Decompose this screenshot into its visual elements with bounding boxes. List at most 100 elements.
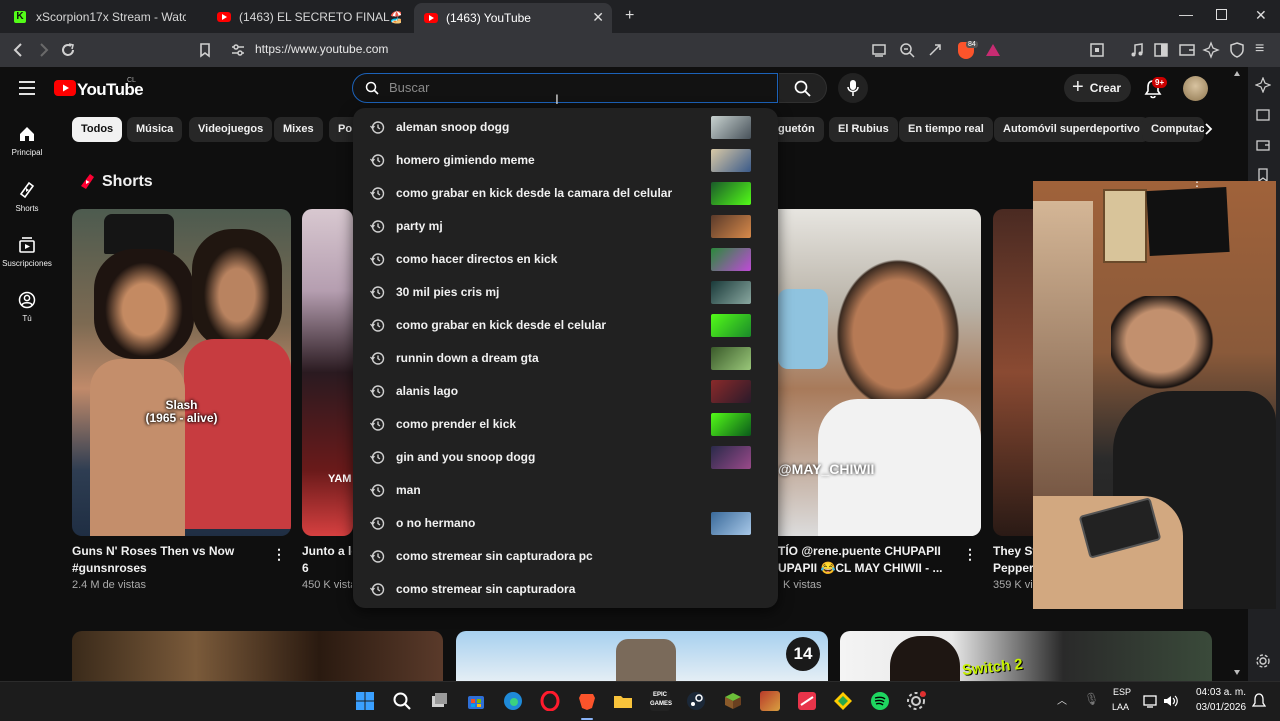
- vpn-icon[interactable]: [1228, 41, 1246, 59]
- brave-rewards-icon[interactable]: [984, 41, 1002, 59]
- media-icon[interactable]: [1128, 41, 1146, 59]
- chip-computacion[interactable]: Computac: [1142, 117, 1204, 142]
- epic-games-icon[interactable]: EPIC GAMES: [650, 691, 672, 711]
- minimize-icon[interactable]: —: [1179, 6, 1193, 22]
- search-suggestion-item[interactable]: runnin down a dream gta: [353, 342, 778, 375]
- chip-automovil-superdeportivo[interactable]: Automóvil superdeportivo: [994, 117, 1149, 142]
- picture-in-picture-video[interactable]: ⋮: [1033, 181, 1276, 609]
- zoom-icon[interactable]: [898, 41, 916, 59]
- search-suggestion-item[interactable]: o no hermano: [353, 507, 778, 540]
- short-thumbnail[interactable]: YAM: [302, 209, 353, 536]
- sidebar-settings-icon[interactable]: [1255, 653, 1271, 669]
- voice-search-button[interactable]: [838, 73, 868, 103]
- spotify-icon[interactable]: [870, 691, 890, 711]
- scrollbar-down-arrow[interactable]: [1234, 670, 1240, 678]
- settings-gear-icon[interactable]: [906, 691, 926, 711]
- short-title[interactable]: Junto a lg 6: [302, 543, 352, 577]
- microsoft-store-icon[interactable]: [466, 691, 486, 711]
- tab-youtube-video[interactable]: (1463) EL SECRETO FINAL🏖️ Capítulo: [217, 4, 403, 30]
- search-suggestion-item[interactable]: homero gimiendo meme: [353, 144, 778, 177]
- search-suggestion-item[interactable]: como stremear sin capturadora pc: [353, 540, 778, 573]
- search-suggestion-item[interactable]: como hacer directos en kick: [353, 243, 778, 276]
- close-window-icon[interactable]: ✕: [1255, 7, 1267, 24]
- sidebar-item-suscripciones[interactable]: Suscripciones: [0, 236, 54, 268]
- tab-youtube-home[interactable]: (1463) YouTube ✕: [414, 3, 612, 33]
- opera-icon[interactable]: [540, 691, 560, 711]
- short-title[interactable]: Guns N' Roses Then vs Now #gunsnroses: [72, 543, 272, 577]
- video-thumbnail[interactable]: 14: [456, 631, 828, 681]
- site-settings-icon[interactable]: [229, 41, 247, 59]
- chip-en-tiempo-real[interactable]: En tiempo real: [899, 117, 993, 142]
- search-suggestion-item[interactable]: party mj: [353, 210, 778, 243]
- sidebar-ai-icon[interactable]: [1255, 77, 1271, 93]
- filmora-icon[interactable]: [797, 691, 817, 711]
- bookmark-icon[interactable]: [196, 41, 214, 59]
- steam-icon[interactable]: [686, 691, 706, 711]
- search-suggestion-item[interactable]: gin and you snoop dogg: [353, 441, 778, 474]
- screenshot-icon[interactable]: [1088, 41, 1106, 59]
- leo-ai-icon[interactable]: [1202, 41, 1220, 59]
- address-url[interactable]: https://www.youtube.com: [255, 42, 388, 56]
- search-suggestion-item[interactable]: 30 mil pies cris mj: [353, 276, 778, 309]
- search-suggestion-item[interactable]: como stremear sin capturadora: [353, 573, 778, 606]
- new-tab-icon[interactable]: +: [625, 7, 634, 25]
- short-thumbnail[interactable]: Slash (1965 - alive): [72, 209, 291, 536]
- video-thumbnail[interactable]: [72, 631, 443, 681]
- pip-more-icon[interactable]: ⋮: [1191, 181, 1203, 189]
- game-icon[interactable]: [760, 691, 780, 711]
- search-suggestion-item[interactable]: alanis lago: [353, 375, 778, 408]
- sidebar-wallet-icon[interactable]: [1255, 137, 1271, 153]
- brave-browser-icon[interactable]: [577, 691, 597, 711]
- short-title[interactable]: TÍO @rene.puente CHUPAPII UPAPII 😂CL MAY…: [778, 543, 963, 577]
- search-suggestion-item[interactable]: man: [353, 474, 778, 507]
- task-view-icon[interactable]: [429, 691, 449, 711]
- sidebar-reading-list-icon[interactable]: [1255, 107, 1271, 123]
- sidebar-item-tu[interactable]: Tú: [0, 291, 54, 323]
- more-options-icon[interactable]: ⋮: [963, 546, 977, 563]
- short-title[interactable]: They St Pepper: [993, 543, 1033, 577]
- chip-el-rubius[interactable]: El Rubius: [829, 117, 898, 142]
- more-options-icon[interactable]: ⋮: [272, 546, 286, 563]
- menu-icon[interactable]: ≡: [1255, 40, 1264, 58]
- search-button[interactable]: [779, 73, 827, 103]
- keyboard-language[interactable]: ESP: [1113, 687, 1131, 697]
- youtube-logo-icon[interactable]: [54, 80, 76, 96]
- clock-date[interactable]: 03/01/2026: [1196, 702, 1246, 713]
- tray-overflow-icon[interactable]: ︿: [1057, 692, 1067, 707]
- file-explorer-icon[interactable]: [613, 691, 633, 711]
- sidebar-toggle-icon[interactable]: [1152, 41, 1170, 59]
- clock-time[interactable]: 04:03 a. m.: [1196, 687, 1246, 698]
- minecraft-icon[interactable]: [723, 691, 743, 711]
- edge-icon[interactable]: [503, 691, 523, 711]
- microphone-tray-icon[interactable]: 🎙: [1084, 692, 1099, 706]
- sidebar-item-principal[interactable]: Principal: [0, 125, 54, 157]
- sidebar-item-shorts[interactable]: Shorts: [0, 181, 54, 213]
- close-tab-icon[interactable]: ✕: [592, 10, 604, 24]
- search-suggestion-item[interactable]: como prender el kick: [353, 408, 778, 441]
- tab-kick-stream[interactable]: K xScorpion17x Stream - Watch Live: [14, 4, 200, 30]
- notification-center-icon[interactable]: [1252, 693, 1266, 709]
- chip-videojuegos[interactable]: Videojuegos: [189, 117, 273, 142]
- short-thumbnail[interactable]: [993, 209, 1033, 536]
- back-icon[interactable]: [10, 41, 28, 59]
- create-button[interactable]: + Crear: [1064, 74, 1131, 102]
- search-input[interactable]: [389, 80, 749, 95]
- keyboard-layout[interactable]: LAA: [1112, 702, 1129, 712]
- search-suggestion-item[interactable]: como grabar en kick desde la camara del …: [353, 177, 778, 210]
- search-suggestion-item[interactable]: aleman snoop dogg: [353, 111, 778, 144]
- short-thumbnail[interactable]: @MAY_CHIWII: [778, 209, 981, 536]
- wallet-icon[interactable]: [1178, 41, 1196, 59]
- bluestacks-icon[interactable]: [833, 691, 853, 711]
- forward-icon[interactable]: [34, 41, 52, 59]
- search-taskbar-icon[interactable]: [392, 691, 412, 711]
- search-suggestion-item[interactable]: como grabar en kick desde el celular: [353, 309, 778, 342]
- reload-icon[interactable]: [59, 41, 77, 59]
- hamburger-menu-icon[interactable]: [18, 81, 36, 95]
- share-icon[interactable]: [926, 41, 944, 59]
- chevron-right-icon[interactable]: [1200, 121, 1216, 137]
- maximize-icon[interactable]: [1216, 9, 1227, 20]
- search-box[interactable]: [352, 73, 778, 103]
- chip-mixes[interactable]: Mixes: [274, 117, 323, 142]
- scrollbar-up-arrow[interactable]: [1234, 70, 1240, 78]
- video-thumbnail[interactable]: Switch 2: [840, 631, 1212, 681]
